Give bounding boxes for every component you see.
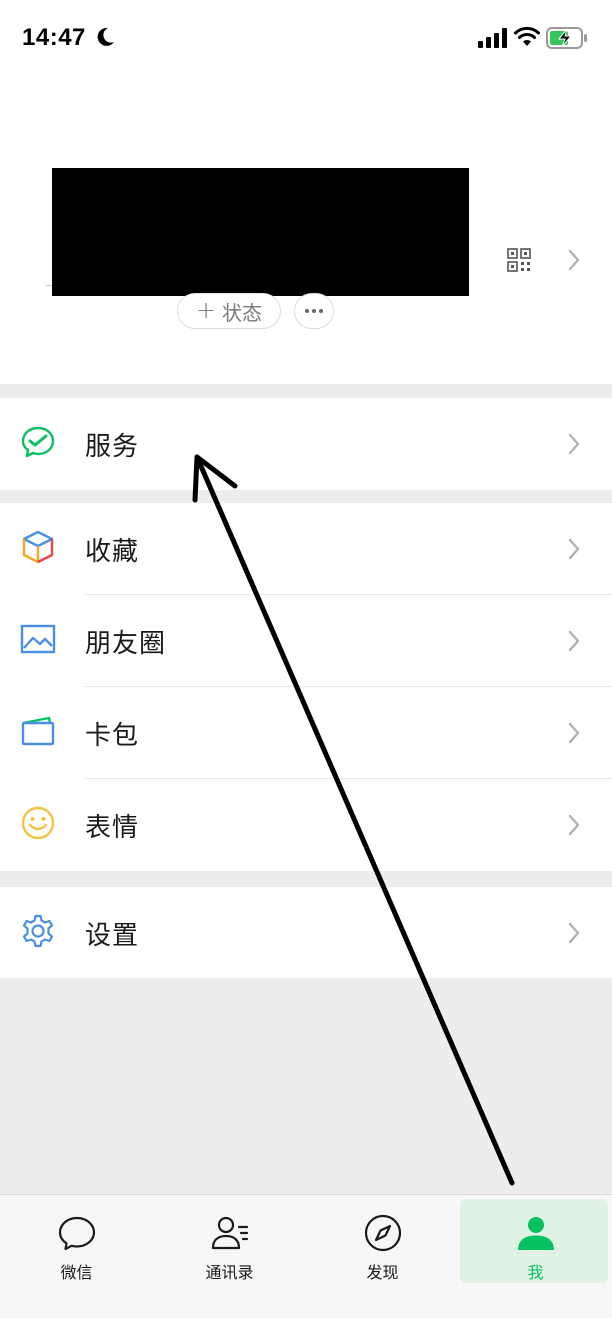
menu-group-main: 收藏 朋友圈 卡包 表情: [0, 503, 612, 871]
contacts-icon: [211, 1216, 248, 1250]
wifi-icon: [514, 26, 540, 46]
tab-discover[interactable]: 发现: [306, 1195, 459, 1285]
tab-label: 我: [527, 1263, 544, 1282]
compass-icon: [364, 1214, 401, 1252]
tab-me[interactable]: 我: [459, 1195, 612, 1285]
chevron-right-icon: [568, 630, 580, 652]
tab-label: 通讯录: [205, 1263, 254, 1282]
menu-item-label: 设置: [85, 921, 140, 951]
gear-icon: [22, 914, 54, 948]
tab-contacts[interactable]: 通讯录: [153, 1195, 306, 1285]
moon-icon: [97, 27, 114, 46]
menu-group-service: 服务: [0, 398, 612, 490]
qr-code-icon[interactable]: [507, 248, 531, 272]
menu-item-moments[interactable]: 朋友圈: [0, 595, 612, 687]
service-check-icon: [21, 426, 55, 458]
cube-icon: [22, 530, 54, 564]
menu-item-favorites[interactable]: 收藏: [0, 503, 612, 595]
chevron-right-icon: [568, 249, 580, 271]
profile-header[interactable]: + 状态: [0, 78, 612, 384]
menu-item-label: 卡包: [85, 721, 140, 751]
image-icon: [20, 624, 56, 654]
tab-label: 微信: [60, 1263, 93, 1282]
chevron-right-icon: [568, 538, 580, 560]
chevron-right-icon: [568, 814, 580, 836]
chat-bubble-icon: [58, 1216, 95, 1251]
plus-icon: +: [195, 296, 217, 324]
menu-item-cards[interactable]: 卡包: [0, 687, 612, 779]
menu-item-label: 收藏: [85, 537, 140, 567]
tab-chats[interactable]: 微信: [0, 1195, 153, 1285]
battery-charging-icon: [546, 27, 587, 49]
smiley-icon: [21, 806, 55, 840]
add-status-label: 状态: [222, 300, 263, 325]
add-status-button[interactable]: + 状态: [177, 293, 281, 329]
bottom-tab-bar: 微信 通讯录 发现 我: [0, 1194, 612, 1318]
more-button[interactable]: [294, 293, 334, 329]
menu-group-settings: 设置: [0, 887, 612, 978]
card-icon: [21, 716, 55, 746]
profile-redacted-area: [52, 168, 469, 296]
chevron-right-icon: [568, 922, 580, 944]
menu-item-label: 朋友圈: [85, 629, 167, 659]
status-time: 14:47: [22, 24, 86, 51]
status-bar: 14:47: [0, 0, 612, 78]
chevron-right-icon: [568, 722, 580, 744]
menu-item-label: 表情: [85, 813, 140, 843]
tab-label: 发现: [366, 1263, 399, 1282]
chevron-right-icon: [568, 433, 580, 455]
menu-item-stickers[interactable]: 表情: [0, 779, 612, 871]
menu-item-service[interactable]: 服务: [0, 398, 612, 490]
cellular-signal-icon: [478, 28, 507, 48]
menu-item-settings[interactable]: 设置: [0, 887, 612, 978]
menu-item-label: 服务: [85, 432, 140, 462]
person-icon: [517, 1217, 554, 1250]
more-dots-icon: [305, 309, 323, 313]
